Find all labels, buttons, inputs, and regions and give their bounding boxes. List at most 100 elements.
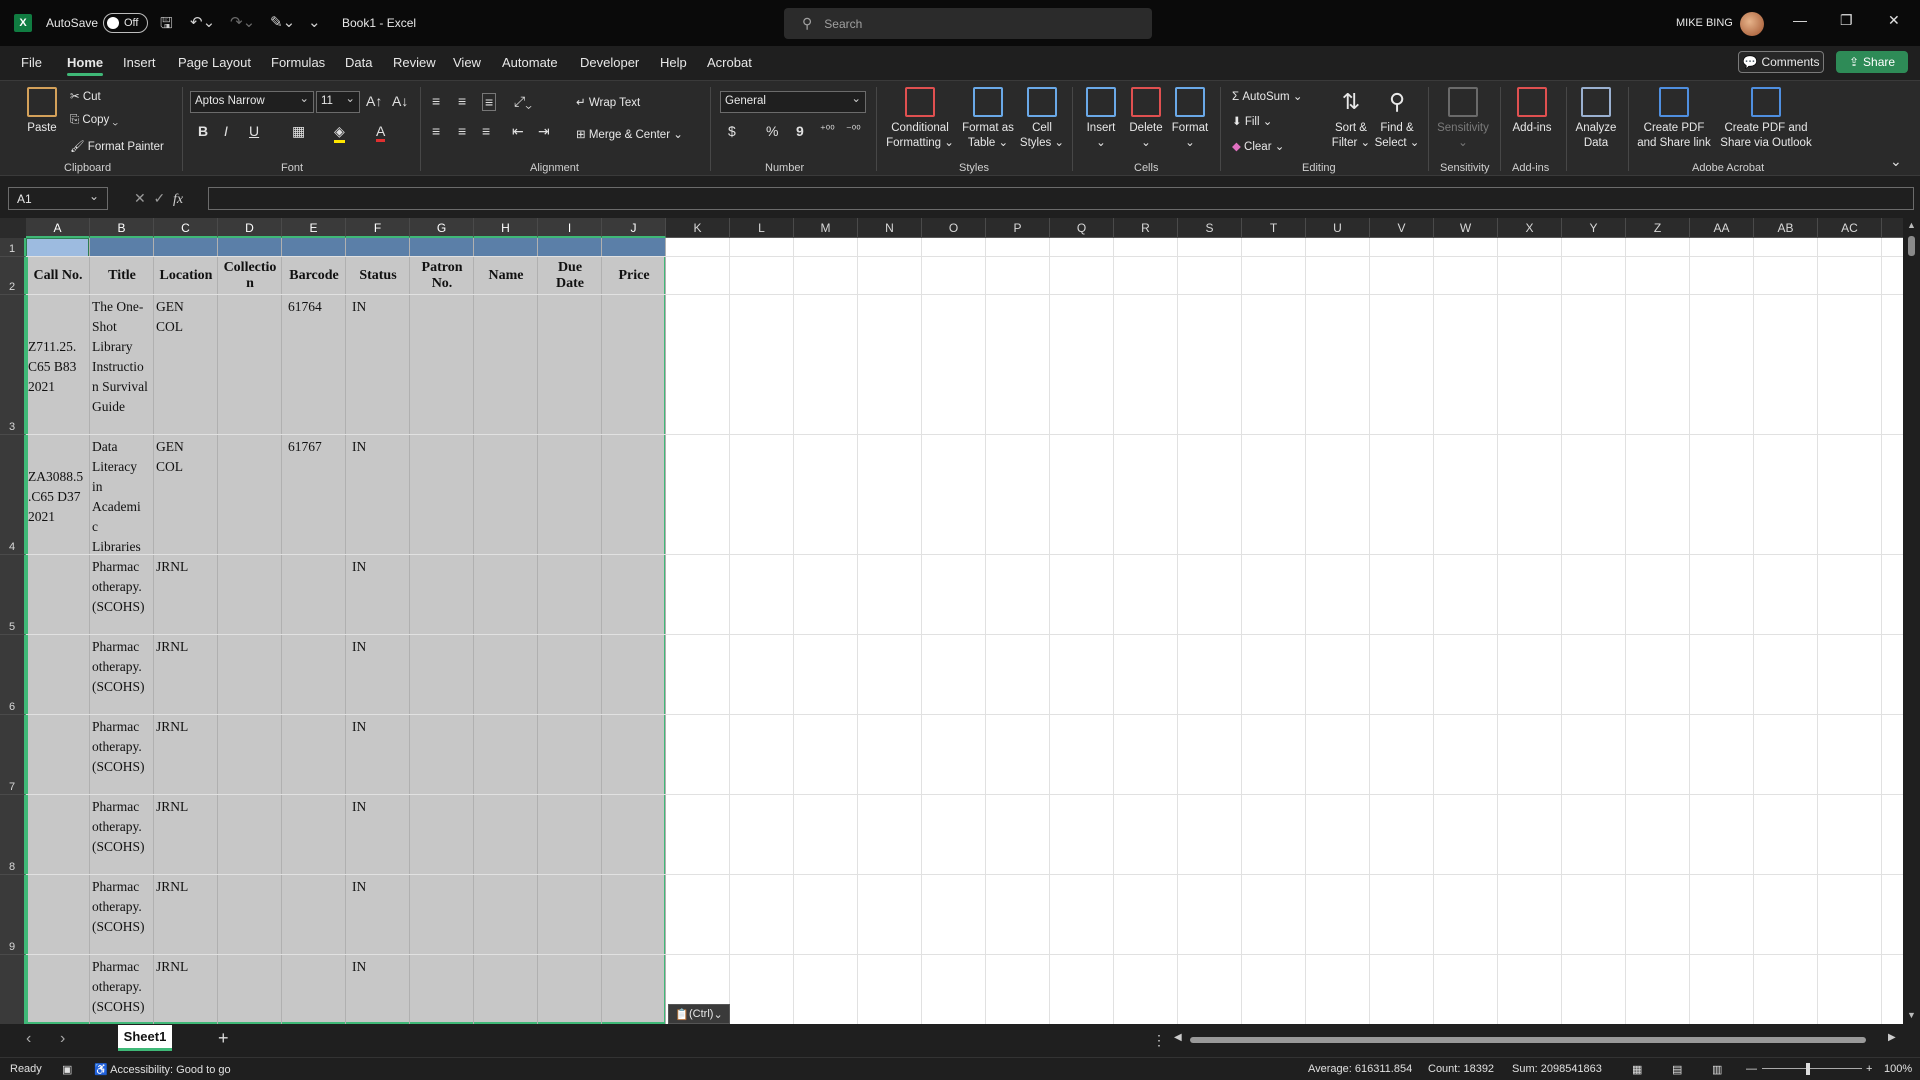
column-header-i[interactable]: I — [538, 218, 602, 238]
status-cell[interactable]: IN — [352, 877, 366, 897]
location-cell[interactable]: JRNL — [156, 877, 218, 897]
cut-button[interactable]: ✂ Cut — [70, 89, 101, 103]
format-as-table-button[interactable]: Format as Table ⌄ — [958, 87, 1018, 151]
format-painter-button[interactable]: 🖌 Format Painter — [70, 139, 164, 153]
header-cell-a[interactable]: Call No. — [26, 268, 90, 284]
column-header-q[interactable]: Q — [1050, 218, 1114, 238]
wrap-text-button[interactable]: ↵ Wrap Text — [576, 95, 640, 109]
cell-styles-button[interactable]: Cell Styles ⌄ — [1018, 87, 1066, 151]
paste-options-button[interactable]: 📋 (Ctrl) ⌄ — [668, 1004, 730, 1024]
normal-view-icon[interactable]: ▦ — [1632, 1063, 1642, 1076]
align-center-icon[interactable]: ≡ — [458, 123, 466, 139]
italic-button[interactable]: I — [224, 123, 228, 139]
column-header-c[interactable]: C — [154, 218, 218, 238]
user-name[interactable]: MIKE BING — [1676, 17, 1733, 29]
avatar[interactable] — [1740, 12, 1764, 36]
status-cell[interactable]: IN — [352, 557, 366, 577]
column-header-aa[interactable]: AA — [1690, 218, 1754, 238]
zoom-slider[interactable] — [1762, 1068, 1862, 1069]
redo-icon[interactable]: ↷⌄ — [230, 13, 255, 31]
row-header-4[interactable]: 4 — [0, 435, 26, 555]
align-bottom-icon[interactable]: ≡ — [482, 93, 497, 111]
cancel-icon[interactable]: ✕ — [134, 190, 146, 206]
title-cell[interactable]: The One- Shot Library Instructio n Survival G… — [92, 297, 154, 417]
insert-function-icon[interactable]: fx — [173, 192, 183, 207]
column-header-m[interactable]: M — [794, 218, 858, 238]
column-header-e[interactable]: E — [282, 218, 346, 238]
insert-cells-button[interactable]: Insert ⌄ — [1080, 87, 1122, 151]
title-cell[interactable]: Pharmac otherapy. (SCOHS) — [92, 797, 154, 857]
column-header-y[interactable]: Y — [1562, 218, 1626, 238]
row-header-1[interactable]: 1 — [0, 238, 26, 257]
column-header-a[interactable]: A — [26, 218, 90, 238]
column-header-b[interactable]: B — [90, 218, 154, 238]
row-header-2[interactable]: 2 — [0, 257, 26, 295]
cells-area[interactable]: Call No. Title Location Collectio n Barcode St… — [26, 238, 1903, 1024]
undo-icon[interactable]: ↶⌄ — [190, 13, 215, 31]
autosum-button[interactable]: Σ AutoSum ⌄ — [1232, 89, 1302, 103]
highlight-icon[interactable]: ✎⌄ — [270, 13, 295, 31]
font-name-select[interactable]: Aptos Narrow — [190, 91, 314, 113]
fill-button[interactable]: ⬇ Fill ⌄ — [1232, 114, 1272, 128]
barcode-cell[interactable]: 61767 — [288, 437, 322, 457]
borders-icon[interactable]: ▦ — [292, 123, 305, 140]
add-sheet-button[interactable]: + — [218, 1028, 229, 1049]
row-header-9[interactable]: 9 — [0, 875, 26, 955]
location-cell[interactable]: JRNL — [156, 557, 218, 577]
align-middle-icon[interactable]: ≡ — [458, 93, 466, 109]
decrease-decimal-icon[interactable]: ⁻⁰⁰ — [846, 123, 861, 136]
row-header-10[interactable] — [0, 955, 26, 1024]
column-header-j[interactable]: J — [602, 218, 666, 238]
header-cell-j[interactable]: Price — [602, 268, 666, 284]
currency-button[interactable]: $ — [728, 123, 736, 139]
column-header-z[interactable]: Z — [1626, 218, 1690, 238]
column-header-n[interactable]: N — [858, 218, 922, 238]
column-header-ac[interactable]: AC — [1818, 218, 1882, 238]
header-cell-f[interactable]: Status — [346, 268, 410, 284]
paste-button[interactable]: Paste — [22, 87, 62, 136]
restore-icon[interactable]: ❐ — [1840, 12, 1853, 29]
tab-page-layout[interactable]: Page Layout — [178, 55, 251, 70]
sensitivity-button[interactable]: Sensitivity ⌄ — [1432, 87, 1494, 151]
location-cell[interactable]: JRNL — [156, 797, 218, 817]
share-button[interactable]: ⇪ Share — [1836, 51, 1908, 73]
add-ins-button[interactable]: Add-ins — [1504, 87, 1560, 136]
header-cell-c[interactable]: Location — [154, 268, 218, 284]
formula-input[interactable] — [208, 187, 1914, 210]
vertical-scrollbar[interactable]: ▲ ▼ — [1903, 218, 1920, 1024]
status-cell[interactable]: IN — [352, 437, 366, 457]
column-header-u[interactable]: U — [1306, 218, 1370, 238]
scroll-down-icon[interactable]: ▼ — [1907, 1010, 1916, 1020]
location-cell[interactable]: GEN COL — [156, 297, 218, 337]
collapse-ribbon-icon[interactable]: ⌄ — [1890, 153, 1902, 170]
number-format-select[interactable]: General — [720, 91, 866, 113]
align-left-icon[interactable]: ≡ — [432, 123, 440, 139]
column-header-k[interactable]: K — [666, 218, 730, 238]
create-pdf-outlook-button[interactable]: Create PDF and Share via Outlook — [1716, 87, 1816, 151]
header-cell-b[interactable]: Title — [90, 268, 154, 284]
comma-style-button[interactable]: 9 — [796, 123, 804, 139]
tab-data[interactable]: Data — [345, 55, 372, 70]
title-cell[interactable]: Pharmac otherapy. (SCOHS) — [92, 557, 154, 617]
title-cell[interactable]: Pharmac otherapy. (SCOHS) — [92, 877, 154, 937]
column-header-h[interactable]: H — [474, 218, 538, 238]
minimize-icon[interactable]: — — [1793, 12, 1807, 28]
status-cell[interactable]: IN — [352, 637, 366, 657]
barcode-cell[interactable]: 61764 — [288, 297, 322, 317]
font-size-select[interactable]: 11 — [316, 91, 360, 113]
row-header-8[interactable]: 8 — [0, 795, 26, 875]
column-header-o[interactable]: O — [922, 218, 986, 238]
sort-filter-button[interactable]: ⇅ Sort & Filter ⌄ — [1328, 87, 1374, 151]
zoom-in-icon[interactable]: + — [1866, 1063, 1872, 1075]
create-pdf-share-link-button[interactable]: Create PDF and Share link — [1632, 87, 1716, 151]
autosave-toggle[interactable]: Off — [103, 13, 148, 33]
save-icon[interactable]: 🖫 — [160, 13, 173, 38]
call-no-cell[interactable]: Z711.25. C65 B83 2021 — [28, 337, 90, 397]
tab-help[interactable]: Help — [660, 55, 687, 70]
format-cells-button[interactable]: Format ⌄ — [1168, 87, 1212, 151]
increase-decimal-icon[interactable]: ⁺⁰⁰ — [820, 123, 835, 136]
status-cell[interactable]: IN — [352, 717, 366, 737]
zoom-level[interactable]: 100% — [1884, 1063, 1912, 1075]
header-cell-e[interactable]: Barcode — [282, 268, 346, 284]
column-header-w[interactable]: W — [1434, 218, 1498, 238]
